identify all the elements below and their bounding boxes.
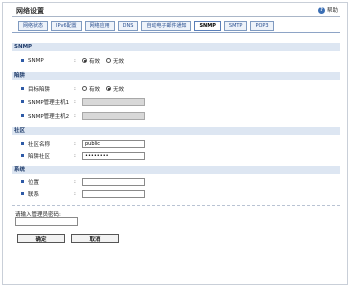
section-header-community: 社区 [12, 127, 340, 135]
location-row: 位置 : [12, 177, 340, 186]
contact-input[interactable] [82, 189, 145, 198]
snmp-row: SNMP : 有效 无效 [12, 56, 340, 65]
radio-selected-icon[interactable] [106, 86, 112, 91]
tab-smtp[interactable]: SMTP [223, 21, 248, 31]
tab-snmp[interactable]: SNMP [194, 21, 221, 31]
bullet-icon [21, 100, 24, 103]
radio-selected-icon[interactable] [82, 58, 87, 63]
bullet-icon [21, 154, 24, 157]
tab-pop3[interactable]: POP3 [250, 21, 274, 31]
tab-network-status[interactable]: 网络状态 [18, 21, 49, 31]
trap-community-row: 陷阱社区 : [12, 151, 340, 160]
bullet-icon [21, 59, 24, 62]
community-name-label: 社区名称 [28, 141, 51, 148]
trap-enabled-radio[interactable]: 有效 [82, 85, 100, 93]
snmp-enabled-radio[interactable]: 有效 [82, 57, 100, 65]
tab-underline [12, 32, 340, 33]
tab-auto-email[interactable]: 自动电子邮件通知 [141, 21, 192, 31]
help-label: 帮助 [326, 8, 338, 14]
trap-host2-label: SNMP管理主机2 [28, 113, 70, 120]
bullet-icon [21, 87, 24, 90]
tab-network-apps[interactable]: 网络应用 [84, 21, 115, 31]
trap-disabled-radio[interactable]: 无效 [106, 85, 124, 93]
trap-disabled-label: 无效 [113, 86, 125, 93]
contact-label: 联系 [28, 191, 40, 198]
trap-host1-label: SNMP管理主机1 [28, 99, 70, 106]
bullet-icon [21, 180, 24, 183]
contact-row: 联系 : [12, 189, 340, 198]
section-divider [12, 205, 340, 206]
section-header-snmp: SNMP [12, 43, 340, 51]
ok-button[interactable]: 确定 [17, 234, 65, 243]
location-label: 位置 [28, 179, 40, 186]
location-input[interactable] [82, 177, 145, 186]
trap-host2-row: SNMP管理主机2 : [12, 111, 340, 120]
help-link[interactable]: ? 帮助 [317, 6, 338, 14]
community-name-row: 社区名称 : [12, 139, 340, 148]
snmp-host1-input[interactable] [82, 97, 145, 106]
community-name-input[interactable] [82, 139, 145, 148]
admin-password-input[interactable] [15, 217, 78, 226]
title-divider [12, 16, 340, 17]
snmp-disabled-radio[interactable]: 无效 [106, 57, 124, 65]
section-header-system: 系统 [12, 166, 340, 174]
cancel-button[interactable]: 取消 [71, 234, 119, 243]
tab-bar: 网络状态 IPv6配置 网络应用 DNS 自动电子邮件通知 SNMP SMTP … [18, 21, 274, 31]
trap-target-row: 目标陷阱 : 有效 无效 [12, 84, 340, 93]
snmp-label: SNMP [28, 57, 44, 64]
page-title: 网络设置 [16, 7, 44, 15]
trap-target-label: 目标陷阱 [28, 86, 51, 93]
section-header-trap: 陷阱 [12, 72, 340, 80]
radio-unselected-icon[interactable] [106, 58, 112, 63]
trap-community-input[interactable] [82, 151, 145, 160]
tab-dns[interactable]: DNS [117, 21, 139, 31]
bullet-icon [21, 142, 24, 145]
trap-enabled-label: 有效 [89, 86, 101, 93]
snmp-enabled-label: 有效 [89, 58, 101, 65]
bullet-icon [21, 192, 24, 195]
radio-unselected-icon[interactable] [82, 86, 87, 91]
bullet-icon [21, 114, 24, 117]
trap-host1-row: SNMP管理主机1 : [12, 97, 340, 106]
snmp-disabled-label: 无效 [113, 58, 125, 65]
snmp-host2-input[interactable] [82, 111, 145, 120]
question-icon: ? [317, 6, 325, 14]
tab-ipv6[interactable]: IPv6配置 [51, 21, 82, 31]
trap-community-label: 陷阱社区 [28, 153, 51, 160]
